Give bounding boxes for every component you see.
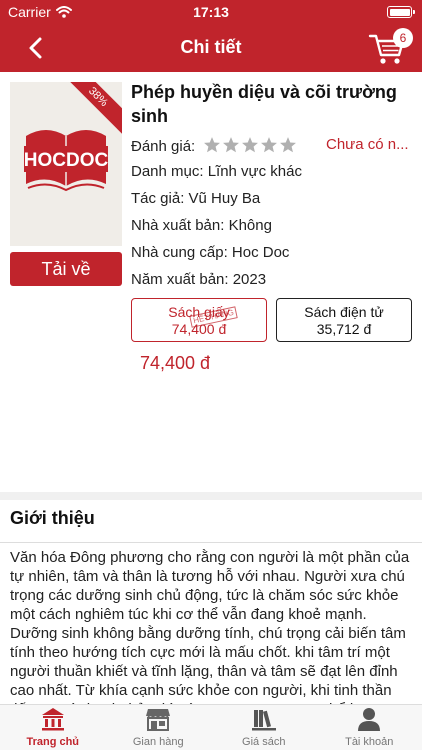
publisher-text: Nhà xuất bản: Không <box>131 217 272 234</box>
page-title: Chi tiết <box>180 37 242 57</box>
supplier-text: Nhà cung cấp: Hoc Doc <box>131 244 290 261</box>
tab-bookshelf-label: Giá sách <box>242 736 286 748</box>
category-text: Danh mục: Lĩnh vực khác <box>131 163 302 180</box>
star-icon <box>204 137 221 153</box>
tab-store-label: Gian hàng <box>132 736 184 748</box>
star-icon <box>242 137 259 153</box>
status-bar: Carrier 17:13 <box>0 0 422 24</box>
introduction-heading: Giới thiệu <box>10 508 95 528</box>
introduction-section: Giới thiệu Văn hóa Đông phương cho rằng … <box>0 500 422 704</box>
download-button[interactable]: Tải về <box>10 252 122 286</box>
book-title: Phép huyền diệu và cõi trường sinh <box>131 82 397 126</box>
variant-ebook-button[interactable]: Sách điện tử 35,712 đ <box>276 298 412 342</box>
tab-account-label: Tài khoản <box>345 736 394 748</box>
battery-icon <box>387 6 415 18</box>
author-text: Tác giả: Vũ Huy Ba <box>131 190 261 207</box>
tab-bookshelf[interactable]: Giá sách <box>211 705 317 750</box>
cart-count-badge: 6 <box>393 28 413 48</box>
nav-bar: Chi tiết 6 <box>0 24 422 72</box>
clock: 17:13 <box>193 4 229 20</box>
store-icon <box>146 709 171 731</box>
hocdoc-logo: HOCDOC <box>24 130 109 192</box>
rating-row: Đánh giá: <box>131 136 297 155</box>
star-icon <box>280 137 297 153</box>
section-divider <box>0 542 422 543</box>
tab-account[interactable]: Tài khoản <box>317 705 422 750</box>
year-text: Năm xuất bản: 2023 <box>131 271 267 288</box>
star-icon <box>261 137 278 153</box>
book-cover: 38% HOCDOC <box>10 82 122 246</box>
tab-home[interactable]: Trang chủ <box>0 705 106 750</box>
bookshelf-icon <box>251 710 276 731</box>
current-price: 74,400 đ <box>140 353 211 373</box>
star-icon <box>223 137 240 153</box>
tab-store[interactable]: Gian hàng <box>106 705 212 750</box>
rating-status[interactable]: Chưa có n... <box>326 136 409 153</box>
person-icon <box>358 708 381 731</box>
book-detail-card: 38% HOCDOC Tải về Phép huyền diệu và cõi… <box>0 72 422 492</box>
introduction-text: Văn hóa Đông phương cho rằng con người l… <box>10 549 410 704</box>
tab-home-label: Trang chủ <box>26 736 80 748</box>
variant-ebook-price: 35,712 đ <box>316 321 372 337</box>
bank-icon <box>41 708 64 731</box>
rating-stars <box>203 136 297 154</box>
rating-label: Đánh giá: <box>131 138 196 155</box>
cover-logo-text: HOCDOC <box>24 150 109 171</box>
variant-paper-book-button[interactable]: Sách giấy 74,400 đ HẾT HÀNG <box>131 298 267 342</box>
tab-bar: Trang chủ Gian hàng Giá sách Tài khoản <box>0 704 422 750</box>
variant-ebook-label: Sách điện tử <box>304 304 384 320</box>
book-info: Phép huyền diệu và cõi trường sinh <box>131 80 414 128</box>
